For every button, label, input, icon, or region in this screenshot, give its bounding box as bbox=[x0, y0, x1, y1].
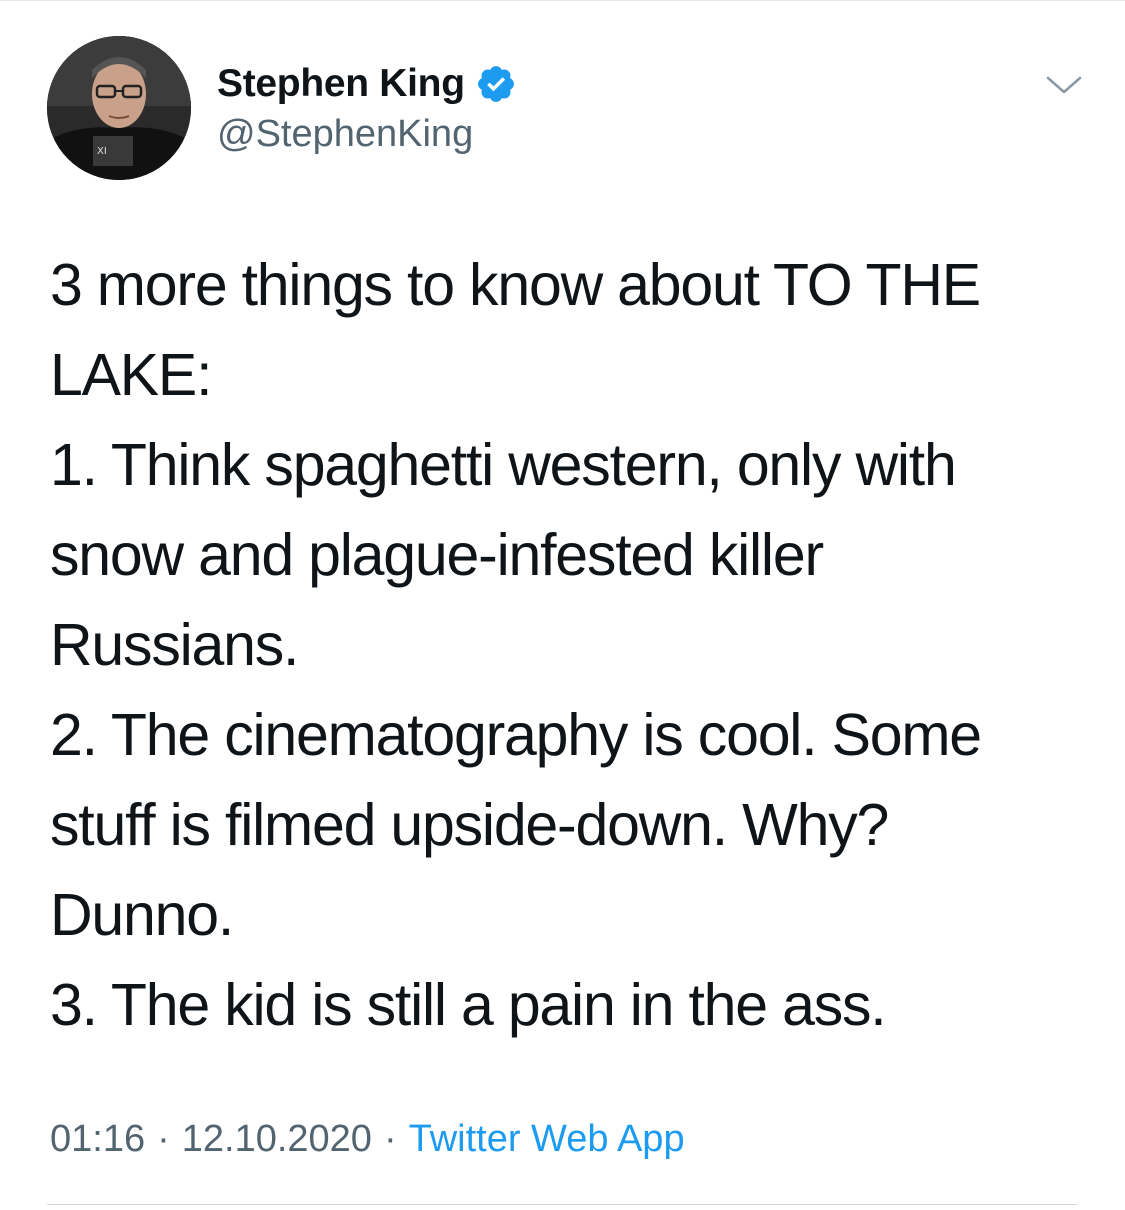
tweet-time[interactable]: 01:16 bbox=[50, 1118, 145, 1160]
meta-separator: · bbox=[383, 1118, 397, 1160]
bottom-divider bbox=[47, 1204, 1077, 1205]
tweet-line: Dunno. bbox=[50, 882, 234, 948]
top-divider bbox=[0, 0, 1125, 1]
tweet-line: 1. Think spaghetti western, only with bbox=[50, 432, 957, 498]
tweet-metadata: 01:16 · 12.10.2020 · Twitter Web App bbox=[50, 1118, 685, 1161]
author-display-name[interactable]: Stephen King bbox=[217, 62, 465, 106]
author-handle[interactable]: @StephenKing bbox=[217, 113, 473, 156]
tweet-line: Russians. bbox=[50, 612, 299, 678]
verified-badge-icon bbox=[475, 63, 517, 105]
tweet-line: stuff is filmed upside-down. Why? bbox=[50, 792, 889, 858]
tweet-line: LAKE: bbox=[50, 342, 212, 408]
tweet-line: 3. The kid is still a pain in the ass. bbox=[50, 972, 887, 1038]
tweet-line: snow and plague-infested killer bbox=[50, 522, 824, 588]
tweet-text: 3 more things to know about TO THE LAKE:… bbox=[50, 240, 1090, 1050]
avatar[interactable]: XI bbox=[47, 36, 191, 180]
tweet-line: 3 more things to know about TO THE bbox=[50, 252, 981, 318]
author-name-row: Stephen King bbox=[217, 60, 517, 108]
tweet-line: 2. The cinematography is cool. Some bbox=[50, 702, 982, 768]
tweet-date[interactable]: 12.10.2020 bbox=[182, 1118, 372, 1160]
meta-separator: · bbox=[157, 1118, 170, 1160]
svg-text:XI: XI bbox=[97, 146, 107, 157]
tweet-source-link[interactable]: Twitter Web App bbox=[409, 1118, 685, 1160]
avatar-photo: XI bbox=[47, 36, 191, 180]
chevron-down-icon[interactable] bbox=[1044, 70, 1084, 100]
